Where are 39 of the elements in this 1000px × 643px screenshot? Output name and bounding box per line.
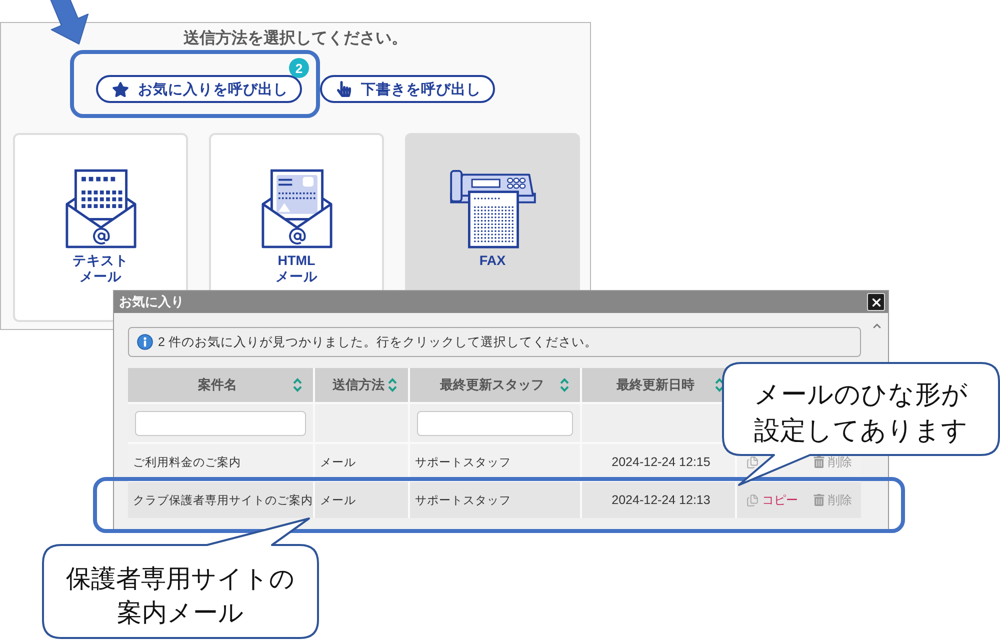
copy-icon	[746, 494, 759, 506]
table-cell: サポートスタッフ	[408, 482, 580, 518]
trash-icon	[813, 494, 825, 506]
sort-icon[interactable]	[560, 378, 569, 392]
table-cell: 2024-12-24 12:13	[580, 482, 735, 518]
table-row[interactable]: クラブ保護者専用サイトのご案内 メール サポートスタッフ 2024-12-24 12:13 コピー 削除	[128, 482, 861, 518]
copy-icon[interactable]	[746, 456, 759, 468]
info-icon	[137, 334, 153, 350]
html-mail-envelope-icon	[260, 169, 332, 249]
column-header[interactable]: 送信方法	[332, 376, 384, 394]
callout-text: 保護者専用サイトの案内メール	[65, 562, 296, 628]
drafts-button[interactable]: 下書きを呼び出し	[320, 75, 495, 103]
sort-icon[interactable]	[715, 378, 724, 392]
filter-field[interactable]	[135, 410, 306, 436]
fax-machine-icon	[448, 169, 538, 249]
table-cell: サポートスタッフ	[408, 444, 580, 480]
panel-title: 送信方法を選択してください。	[184, 29, 408, 49]
table-cell: メール	[313, 482, 408, 518]
annotation-arrow	[49, 0, 89, 45]
favorites-button[interactable]: お気に入りを呼び出し	[96, 75, 302, 103]
pointing-hand-icon	[336, 81, 352, 97]
count-badge: 2	[289, 58, 309, 78]
column-header[interactable]: 最終更新スタッフ	[440, 376, 544, 394]
info-message: 2 件のお気に入りが見つかりました。行をクリックして選択してください。	[158, 334, 598, 350]
table-cell: メール	[313, 444, 408, 480]
close-button[interactable]	[867, 293, 885, 311]
dialog-title: お気に入り	[119, 293, 184, 311]
column-header[interactable]: 案件名	[198, 376, 237, 394]
table-cell-text: クラブ保護者専用サイトのご案内	[132, 493, 313, 508]
text-mail-envelope-icon	[64, 169, 136, 249]
trash-icon	[813, 456, 825, 468]
close-icon	[870, 296, 882, 308]
star-icon	[112, 80, 129, 98]
table-cell-text: ご利用料金のご案内	[132, 455, 242, 470]
column-header[interactable]: 最終更新日時	[616, 376, 694, 394]
sort-icon[interactable]	[293, 378, 302, 392]
sort-icon[interactable]	[388, 378, 397, 392]
filter-field[interactable]	[417, 410, 573, 436]
copy-link[interactable]: コピー	[746, 492, 813, 508]
